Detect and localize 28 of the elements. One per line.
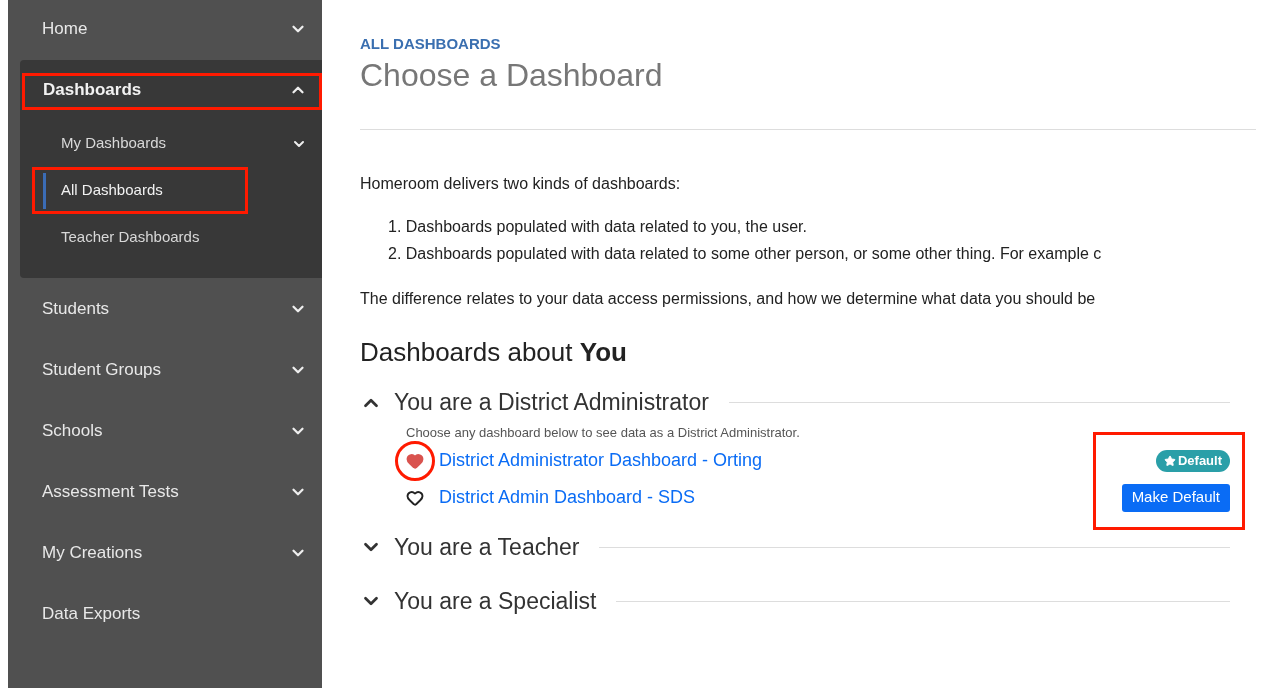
sidebar-item[interactable]: Assessment Tests: [42, 478, 179, 505]
list-item: 2. Dashboards populated with data related to some other person, or some other thing. For example c: [388, 243, 1103, 264]
dashboard-link[interactable]: District Administrator Dashboard - Orting: [439, 447, 763, 474]
sidebar-item[interactable]: Students: [42, 295, 110, 322]
sidebar-item[interactable]: My Creations: [42, 539, 143, 566]
page-title: Choose a Dashboard: [360, 55, 664, 94]
section-title: You are a Specialist: [394, 586, 597, 616]
sidebar-subitem[interactable]: Teacher Dashboards: [43, 219, 200, 256]
note-text: The difference relates to your data access permissions, and how we determine what data you should be: [360, 288, 1097, 309]
make-default-button[interactable]: Make Default: [1121, 483, 1230, 512]
dashboard-link[interactable]: District Admin Dashboard - SDS: [439, 484, 696, 511]
sidebar-item[interactable]: Dashboards: [43, 77, 142, 103]
sidebar-item[interactable]: Data Exports: [42, 600, 141, 627]
page-eyebrow: ALL DASHBOARDS: [360, 34, 502, 54]
sidebar-item[interactable]: Schools: [42, 417, 103, 444]
list-item: 1. Dashboards populated with data related to you, the user.: [388, 216, 808, 237]
default-badge: Default: [1155, 449, 1230, 472]
star-icon: [1163, 454, 1176, 467]
sidebar-item[interactable]: Student Groups: [42, 356, 162, 383]
section-heading: Dashboards about You: [360, 335, 628, 369]
sidebar-subitem[interactable]: All Dashboards: [43, 172, 163, 209]
section-description: Choose any dashboard below to see data as a District Administrator.: [406, 423, 801, 442]
section-title: You are a District Administrator: [394, 388, 709, 418]
sidebar-item[interactable]: Home: [42, 16, 88, 42]
intro-text: Homeroom delivers two kinds of dashboards:: [360, 173, 682, 194]
section-title: You are a Teacher: [394, 532, 580, 562]
heart-icon[interactable]: [406, 488, 424, 507]
sidebar-subitem[interactable]: My Dashboards: [43, 125, 167, 162]
